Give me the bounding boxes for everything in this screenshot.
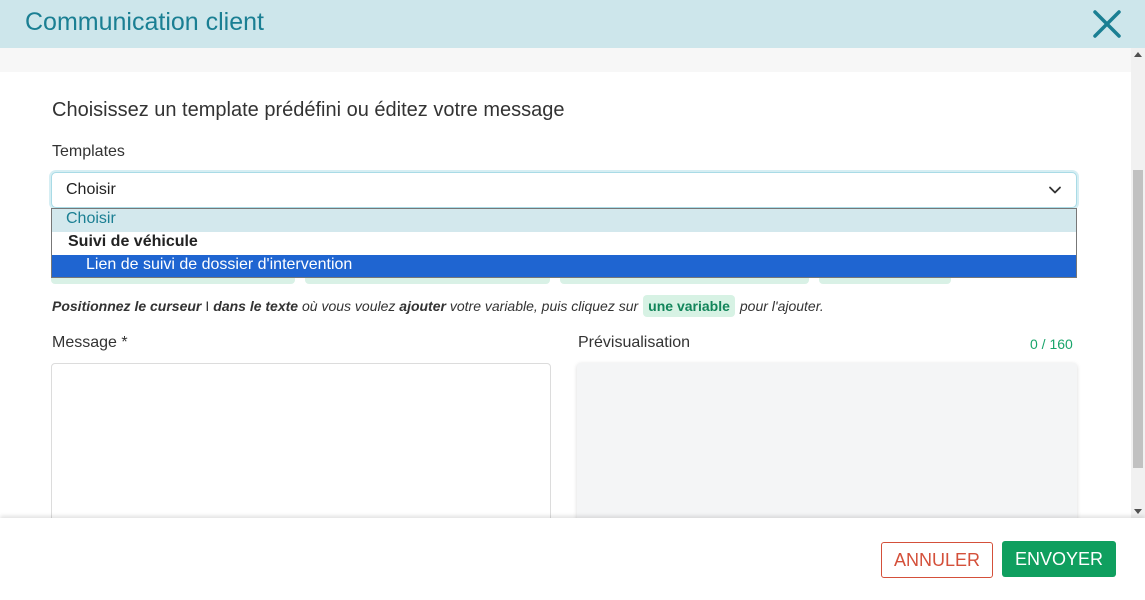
- dropdown-option-label: Choisir: [66, 210, 116, 227]
- chevron-down-icon: [1049, 186, 1061, 194]
- modal-header: Communication client: [0, 0, 1145, 48]
- scroll-thumb[interactable]: [1133, 170, 1143, 468]
- variable-chip-example: une variable: [643, 295, 735, 317]
- templates-select-value: Choisir: [66, 181, 116, 198]
- variable-hint: Positionnez le curseur Ι dans le texte o…: [52, 293, 824, 319]
- scroll-down-arrow-icon[interactable]: [1134, 509, 1142, 514]
- modal-title: Communication client: [25, 8, 264, 36]
- text-cursor-icon: Ι: [205, 298, 210, 314]
- top-band: [0, 48, 1131, 72]
- hint-part: Positionnez le curseur: [52, 298, 202, 314]
- dropdown-option-highlighted[interactable]: Lien de suivi de dossier d'intervention: [52, 255, 1076, 277]
- scroll-up-arrow-icon[interactable]: [1134, 52, 1142, 57]
- preview-label: Prévisualisation: [578, 334, 691, 351]
- hint-part: votre variable, puis cliquez sur: [449, 298, 639, 314]
- hint-part: pour l'ajouter.: [739, 298, 824, 314]
- character-counter: 0 / 160: [1030, 336, 1073, 352]
- close-icon[interactable]: [1090, 7, 1124, 41]
- hint-part: ajouter: [399, 298, 446, 314]
- message-label: Message *: [52, 334, 128, 351]
- hint-part: dans le texte: [213, 298, 299, 314]
- modal-footer: ANNULER ENVOYER: [0, 518, 1145, 600]
- templates-dropdown-list: Choisir Suivi de véhicule Lien de suivi …: [51, 208, 1077, 278]
- cancel-button[interactable]: ANNULER: [881, 542, 993, 578]
- templates-select[interactable]: Choisir: [51, 172, 1077, 208]
- dropdown-option-choisir[interactable]: Choisir: [52, 209, 1076, 232]
- dropdown-optgroup-label: Suivi de véhicule: [68, 233, 198, 250]
- intro-text: Choisissez un template prédéfini ou édit…: [52, 99, 565, 121]
- templates-label: Templates: [52, 143, 125, 160]
- send-button[interactable]: ENVOYER: [1002, 541, 1116, 577]
- vertical-scrollbar[interactable]: [1131, 48, 1145, 518]
- close-button[interactable]: [1090, 7, 1124, 41]
- hint-part: où vous voulez: [301, 298, 396, 314]
- dropdown-option-label: Lien de suivi de dossier d'intervention: [86, 256, 353, 273]
